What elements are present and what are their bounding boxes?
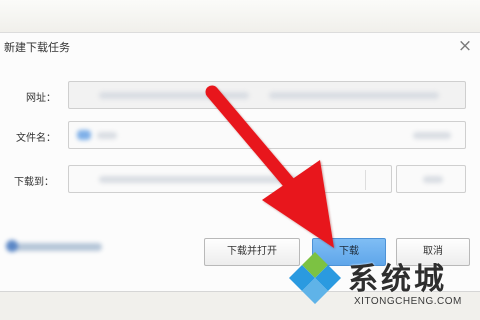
url-field[interactable] bbox=[68, 81, 466, 109]
watermark-url: XITONGCHENG.COM bbox=[354, 296, 462, 307]
url-value-blurred bbox=[99, 92, 249, 99]
dialog-titlebar: 新建下载任务 × bbox=[0, 33, 480, 61]
photo-background bbox=[0, 0, 480, 34]
browse-label-blurred bbox=[423, 176, 443, 183]
watermark: 系统城 XITONGCHENG.COM bbox=[286, 244, 480, 320]
filename-value-blurred bbox=[97, 132, 117, 139]
filename-field[interactable] bbox=[68, 121, 466, 149]
dialog-title: 新建下载任务 bbox=[4, 41, 70, 54]
saveto-label: 下载到： bbox=[14, 177, 54, 188]
url-value-blurred bbox=[269, 92, 439, 99]
watermark-title: 系统城 bbox=[348, 262, 447, 297]
close-icon[interactable]: × bbox=[457, 37, 473, 55]
browse-folder-button[interactable] bbox=[396, 165, 466, 193]
file-type-icon bbox=[77, 130, 91, 140]
xitongcheng-logo-icon bbox=[289, 252, 341, 304]
filename-label: 文件名： bbox=[16, 133, 56, 144]
url-label: 网址： bbox=[26, 93, 56, 104]
bottom-left-link-blurred[interactable] bbox=[6, 240, 102, 252]
saveto-path-field[interactable] bbox=[68, 165, 392, 193]
link-icon bbox=[6, 240, 18, 252]
file-size-blurred bbox=[413, 132, 451, 139]
field-divider bbox=[365, 170, 366, 190]
saveto-path-blurred bbox=[99, 176, 299, 183]
